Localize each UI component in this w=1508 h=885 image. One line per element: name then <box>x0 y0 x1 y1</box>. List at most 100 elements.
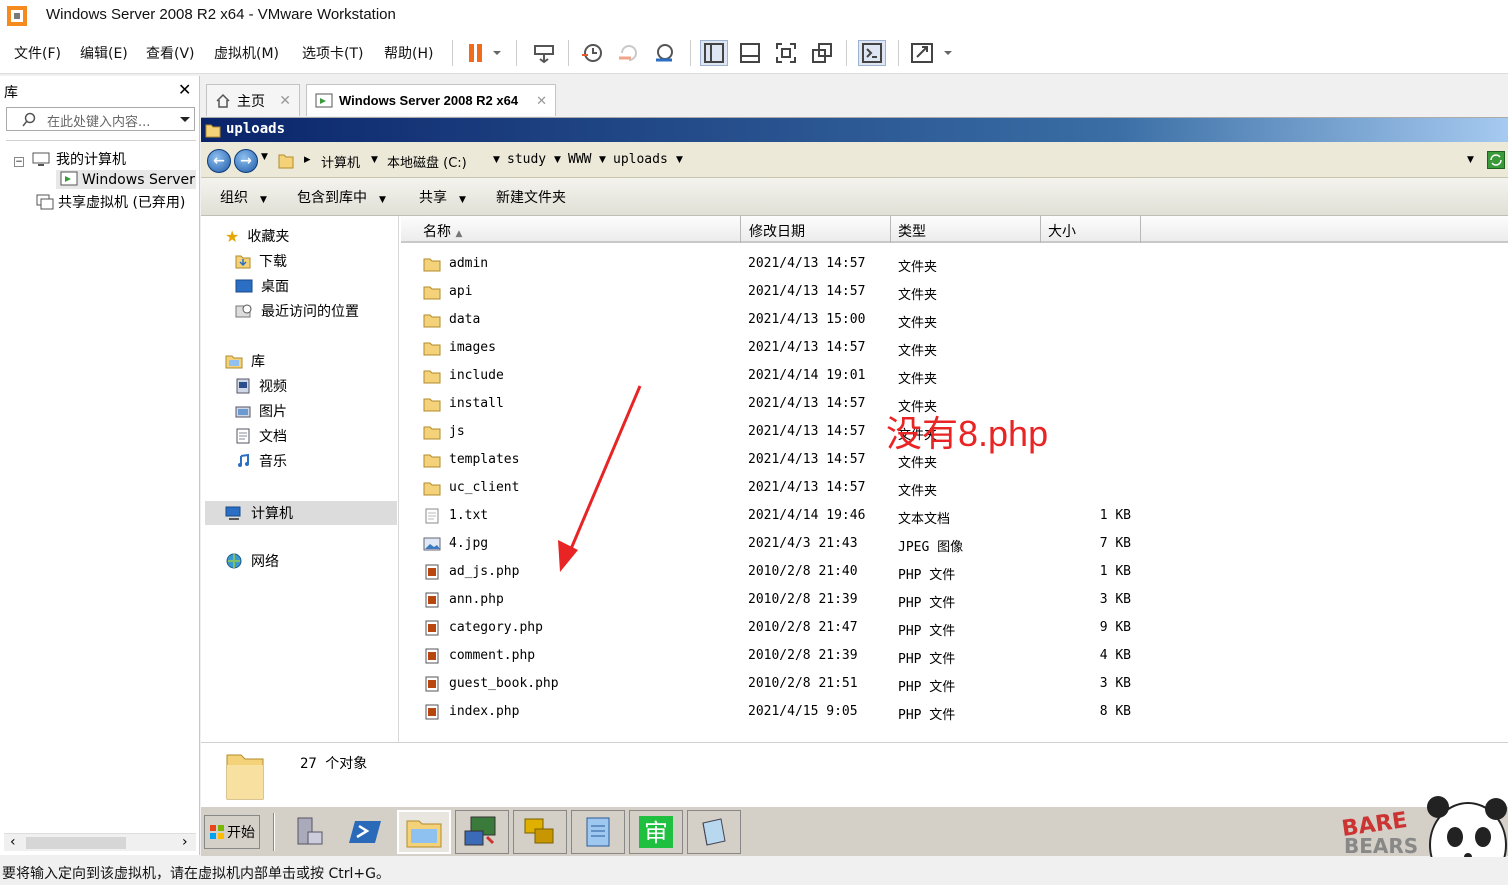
menu-vm[interactable]: 虚拟机(M) <box>214 43 279 63</box>
file-row[interactable]: data 2021/4/13 15:00 文件夹 <box>401 306 1508 334</box>
nav-computer[interactable]: 计算机 <box>205 501 397 525</box>
column-divider[interactable] <box>890 216 891 243</box>
console-view-button[interactable] <box>858 40 886 66</box>
file-size: 1 KB <box>1099 508 1131 523</box>
scroll-right-icon[interactable]: › <box>182 834 188 850</box>
nav-desktop[interactable]: 桌面 <box>235 276 289 296</box>
file-row[interactable]: category.php 2010/2/8 21:47 PHP 文件 9 KB <box>401 614 1508 642</box>
file-row[interactable]: images 2021/4/13 14:57 文件夹 <box>401 334 1508 362</box>
file-size: 1 KB <box>1099 564 1131 579</box>
fullscreen-button[interactable] <box>772 40 800 66</box>
navigation-pane: ★ 收藏夹 下载 桌面 最近访问的位置 库 视频 图片 文档 音乐 计算机 网络 <box>201 216 399 742</box>
forward-button[interactable]: → <box>234 149 258 173</box>
nav-network[interactable]: 网络 <box>225 551 279 571</box>
breadcrumb-uploads[interactable]: uploads <box>613 152 668 167</box>
scrollbar-thumb[interactable] <box>26 837 126 849</box>
server-manager-button[interactable] <box>281 810 335 854</box>
close-tab-icon[interactable]: ✕ <box>279 93 291 109</box>
send-ctrl-alt-del-button[interactable] <box>530 40 558 66</box>
file-row[interactable]: comment.php 2010/2/8 21:39 PHP 文件 4 KB <box>401 642 1508 670</box>
scroll-left-icon[interactable]: ‹ <box>10 834 16 850</box>
toolbar-separator <box>690 40 691 66</box>
close-tab-icon[interactable]: ✕ <box>536 93 547 109</box>
collapse-icon[interactable]: − <box>14 157 24 167</box>
start-button[interactable]: 开始 <box>204 815 260 849</box>
share-button[interactable]: 共享 ▼ <box>419 187 466 207</box>
notepad-button[interactable] <box>571 810 625 854</box>
snapshot-manager-button[interactable] <box>650 40 678 66</box>
column-divider[interactable] <box>740 216 741 243</box>
tab-home[interactable]: 主页 ✕ <box>206 84 300 116</box>
breadcrumb-drive[interactable]: 本地磁盘 (C:) <box>387 152 467 171</box>
breadcrumb-study[interactable]: study <box>507 152 546 167</box>
tab-vm[interactable]: Windows Server 2008 R2 x64 ✕ <box>306 84 556 116</box>
audit-tool-button[interactable]: 审 <box>629 810 683 854</box>
breadcrumb-arrow-icon[interactable]: ▼ <box>493 155 500 165</box>
revert-snapshot-button[interactable] <box>614 40 642 66</box>
menu-help[interactable]: 帮助(H) <box>384 43 433 63</box>
file-row[interactable]: admin 2021/4/13 14:57 文件夹 <box>401 250 1508 278</box>
tree-item-shared-vms[interactable]: 共享虚拟机 (已弃用) <box>36 192 185 212</box>
show-thumbnail-button[interactable] <box>736 40 764 66</box>
menu-bar: 文件(F) 编辑(E) 查看(V) 虚拟机(M) 选项卡(T) 帮助(H) <box>0 32 1508 74</box>
file-row[interactable]: api 2021/4/13 14:57 文件夹 <box>401 278 1508 306</box>
stretch-guest-button[interactable] <box>908 40 958 66</box>
include-in-library-button[interactable]: 包含到库中 ▼ <box>297 187 386 207</box>
history-dropdown-icon[interactable]: ▼ <box>261 152 268 162</box>
column-type[interactable]: 类型 <box>898 221 926 241</box>
nav-label: 视频 <box>259 379 287 395</box>
snapshot-button[interactable] <box>578 40 606 66</box>
breadcrumb-www[interactable]: WWW <box>568 152 591 167</box>
breadcrumb-arrow-icon[interactable]: ▼ <box>599 155 606 165</box>
pause-button[interactable] <box>462 40 506 66</box>
file-row[interactable]: guest_book.php 2010/2/8 21:51 PHP 文件 3 KB <box>401 670 1508 698</box>
address-breadcrumb[interactable]: ▸ 计算机 ▼ 本地磁盘 (C:) ▼ study ▼ WWW ▼ upload… <box>274 148 1480 172</box>
file-row[interactable]: index.php 2021/4/15 9:05 PHP 文件 8 KB <box>401 698 1508 726</box>
network-icon <box>226 553 242 569</box>
unity-button[interactable] <box>808 40 836 66</box>
tree-item-my-computer[interactable]: − 我的计算机 <box>14 149 126 169</box>
menu-tabs[interactable]: 选项卡(T) <box>302 43 363 63</box>
menu-edit[interactable]: 编辑(E) <box>80 43 128 63</box>
back-button[interactable]: ← <box>207 149 231 173</box>
column-date[interactable]: 修改日期 <box>749 221 805 241</box>
nav-pictures[interactable]: 图片 <box>235 401 287 421</box>
breadcrumb-arrow-icon[interactable]: ▼ <box>554 155 561 165</box>
new-folder-button[interactable]: 新建文件夹 <box>496 187 566 207</box>
organize-button[interactable]: 组织 ▼ <box>220 187 267 207</box>
refresh-button[interactable] <box>1487 151 1505 169</box>
breadcrumb-arrow-icon[interactable]: ▼ <box>371 155 378 165</box>
breadcrumb-arrow-icon[interactable]: ▸ <box>304 152 311 167</box>
guest-screen[interactable]: uploads ← → ▼ ▸ 计算机 ▼ 本地磁盘 (C:) ▼ study … <box>201 117 1508 856</box>
powershell-button[interactable] <box>339 810 393 854</box>
app-yellow-button[interactable] <box>513 810 567 854</box>
menu-file[interactable]: 文件(F) <box>14 43 61 63</box>
file-row[interactable]: ann.php 2010/2/8 21:39 PHP 文件 3 KB <box>401 586 1508 614</box>
show-library-button[interactable] <box>700 40 728 66</box>
column-size[interactable]: 大小 <box>1048 221 1076 241</box>
txt-file-icon <box>423 508 441 524</box>
nav-recent-places[interactable]: 最近访问的位置 <box>235 301 359 321</box>
column-name[interactable]: 名称 ▲ <box>423 221 462 241</box>
menu-view[interactable]: 查看(V) <box>146 43 195 63</box>
breadcrumb-computer[interactable]: 计算机 <box>321 152 360 171</box>
library-search-input[interactable]: 在此处键入内容... <box>6 107 195 131</box>
column-divider[interactable] <box>1040 216 1041 243</box>
library-horizontal-scrollbar[interactable]: ‹ › <box>4 833 196 851</box>
nav-documents[interactable]: 文档 <box>235 426 287 446</box>
nav-downloads[interactable]: 下载 <box>235 251 287 271</box>
nav-favorites[interactable]: ★ 收藏夹 <box>225 226 289 246</box>
vm-icon <box>315 93 333 107</box>
address-dropdown-icon[interactable]: ▼ <box>1467 155 1474 165</box>
explorer-taskbar-button[interactable] <box>397 810 451 854</box>
breadcrumb-arrow-icon[interactable]: ▼ <box>676 155 683 165</box>
dropdown-arrow-icon[interactable] <box>179 116 191 124</box>
editor-button[interactable] <box>687 810 741 854</box>
nav-music[interactable]: 音乐 <box>235 451 287 471</box>
column-divider[interactable] <box>1140 216 1141 243</box>
network-tool-button[interactable] <box>455 810 509 854</box>
tree-item-vm[interactable]: Windows Server <box>56 170 196 189</box>
nav-videos[interactable]: 视频 <box>235 376 287 396</box>
nav-libraries[interactable]: 库 <box>225 351 265 371</box>
close-library-button[interactable]: ✕ <box>178 80 191 99</box>
